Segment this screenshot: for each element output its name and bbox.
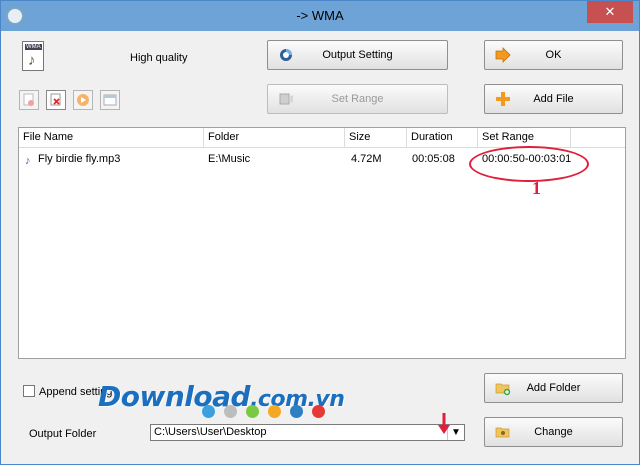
red-arrow-down-icon [438,413,450,434]
size-cell: 4.72M [351,153,382,165]
file-list-header: File Name Folder Size Duration Set Range [19,128,625,148]
play-button[interactable] [73,90,93,110]
film-icon [279,93,293,105]
watermark-dot [268,405,281,418]
output-setting-button[interactable]: Output Setting [267,40,448,70]
column-duration[interactable]: Duration [407,128,478,148]
delete-icon [50,93,61,106]
app-window: -> WMA ✕ WMA ♪ High quality Output Setti… [0,0,640,465]
duration-cell: 00:05:08 [412,153,455,165]
column-size[interactable]: Size [345,128,407,148]
add-file-label: Add File [533,93,574,105]
file-name-text: Fly birdie fly.mp3 [38,153,121,165]
watermark-dot [312,405,325,418]
file-name-cell: ♪ Fly birdie fly.mp3 [21,150,120,168]
annotation-ellipse [469,146,589,182]
properties-button[interactable] [100,90,120,110]
new-file-icon [23,93,34,106]
watermark-dot [246,405,259,418]
arrow-right-icon [495,47,511,63]
column-set-range[interactable]: Set Range [478,128,571,148]
watermark-dot [202,405,215,418]
folder-add-icon [495,383,511,396]
annotation-number: 1 [532,178,541,198]
client-area: WMA ♪ High quality Output Setting OK Set [8,31,632,459]
folder-icon [495,427,510,438]
column-folder[interactable]: Folder [204,128,345,148]
watermark-dot [224,405,237,418]
folder-cell: E:\Music [208,153,251,165]
note-glyph-icon: ♪ [28,52,36,69]
watermark-dot [290,405,303,418]
ok-label: OK [545,49,562,61]
music-file-icon: WMA ♪ [22,41,44,71]
change-label: Change [534,426,573,438]
checkbox-box[interactable] [23,385,35,397]
format-tag: WMA [25,44,42,50]
set-range-button[interactable]: Set Range [267,84,448,114]
close-button[interactable]: ✕ [587,1,633,23]
play-icon [77,94,89,106]
add-folder-button[interactable]: Add Folder [484,373,623,403]
audio-file-icon: ♪ [25,155,31,167]
column-file-name[interactable]: File Name [19,128,204,148]
remove-item-button[interactable] [46,90,66,110]
ok-button[interactable]: OK [484,40,623,70]
output-folder-label: Output Folder [29,428,97,440]
output-setting-label: Output Setting [322,49,393,61]
set-range-label: Set Range [331,93,384,105]
gear-icon [280,49,292,61]
plus-icon [496,92,510,106]
window-title: -> WMA [296,8,344,23]
add-file-button[interactable]: Add File [484,84,623,114]
window-icon [103,94,117,106]
change-button[interactable]: Change [484,417,623,447]
watermark-logo: Download.com.vn [98,380,345,413]
output-folder-select[interactable]: C:\Users\User\Desktop ▼ [150,424,465,441]
new-item-button[interactable] [19,90,39,110]
title-bar: -> WMA ✕ [1,1,639,31]
output-folder-value: C:\Users\User\Desktop [154,426,267,438]
quality-label: High quality [130,52,188,64]
add-folder-label: Add Folder [526,382,581,394]
